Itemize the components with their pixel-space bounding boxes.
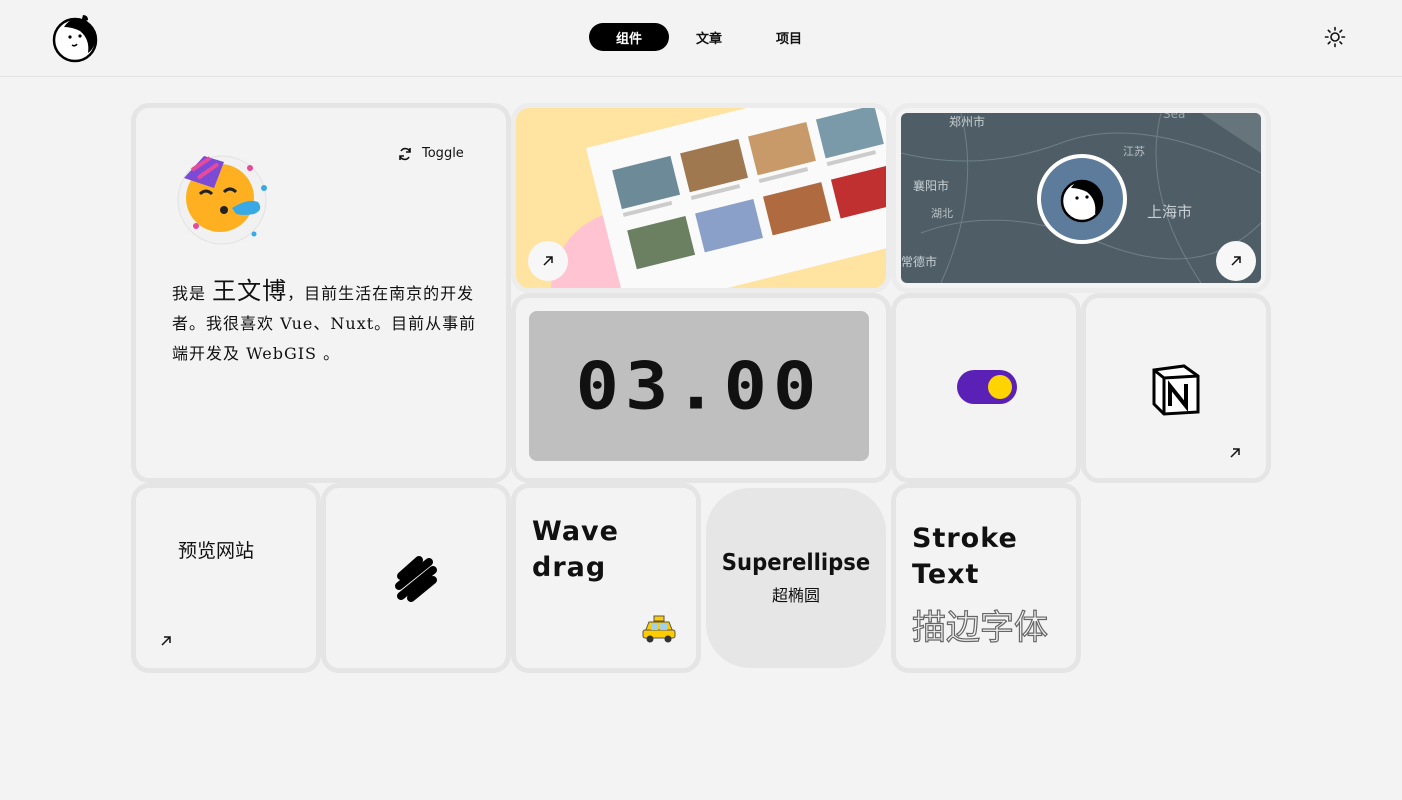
scribble-icon bbox=[395, 556, 437, 602]
stroke-text-chinese: 描边字体 bbox=[911, 607, 1048, 648]
toggle-label: Toggle bbox=[422, 146, 464, 161]
header: 组件 文章 项目 bbox=[0, 0, 1402, 77]
map-open-button[interactable] bbox=[1216, 241, 1256, 281]
refresh-icon bbox=[399, 147, 411, 160]
map-avatar-marker bbox=[1037, 154, 1127, 244]
blog-open-button[interactable] bbox=[528, 241, 568, 281]
stroke-text-card: Stroke Text 描边字体 bbox=[891, 483, 1081, 673]
stroke-title-line1: Stroke bbox=[912, 523, 1018, 554]
superellipse-card: Superellipse 超椭圆 bbox=[706, 488, 886, 668]
map-label-zhengzhou: 郑州市 bbox=[949, 115, 986, 129]
switch-card bbox=[891, 293, 1081, 483]
preview-site-card[interactable]: 预览网站 bbox=[131, 483, 321, 673]
location-map-card[interactable]: 郑州市 襄阳市 湖北 上海市 常德市 江苏 Sea bbox=[891, 103, 1271, 293]
arrow-up-right-icon[interactable] bbox=[159, 634, 173, 648]
map-image: 郑州市 襄阳市 湖北 上海市 常德市 江苏 Sea bbox=[901, 113, 1261, 283]
superellipse-subtitle: 超椭圆 bbox=[771, 586, 820, 605]
main-nav: 组件 文章 项目 bbox=[589, 23, 829, 51]
taxi-icon[interactable] bbox=[641, 614, 677, 644]
arrow-up-right-icon bbox=[543, 256, 553, 266]
toggle-switch[interactable] bbox=[957, 370, 1017, 404]
avatar-icon bbox=[1060, 179, 1104, 223]
tab-articles[interactable]: 文章 bbox=[669, 23, 749, 51]
wave-drag-card[interactable]: Wave drag bbox=[511, 483, 701, 673]
wave-title-line1: Wave bbox=[532, 516, 619, 547]
scribble-card bbox=[321, 483, 511, 673]
map-label-xiangyang: 襄阳市 bbox=[913, 179, 950, 193]
superellipse-title: Superellipse bbox=[721, 550, 871, 576]
map-label-jiangsu: 江苏 bbox=[1123, 145, 1145, 158]
logo-avatar-icon[interactable] bbox=[50, 13, 100, 63]
intro-card: Toggle 我是 王文博，目前生活在南京的开发者。我很喜欢 Vue、Nuxt。… bbox=[131, 103, 511, 483]
stroke-title-line2: Text bbox=[912, 559, 980, 590]
party-face-icon bbox=[177, 155, 267, 245]
notion-icon bbox=[1152, 364, 1200, 416]
map-label-hubei: 湖北 bbox=[931, 207, 953, 220]
map-label-changde: 常德市 bbox=[901, 255, 938, 269]
map-label-shanghai: 上海市 bbox=[1147, 203, 1193, 221]
intro-text: 我是 王文博，目前生活在南京的开发者。我很喜欢 Vue、Nuxt。目前从事前端开… bbox=[172, 276, 482, 369]
toggle-button[interactable]: Toggle bbox=[398, 146, 464, 161]
blog-screenshot-image bbox=[551, 108, 886, 288]
arrow-up-right-icon bbox=[1231, 256, 1241, 266]
wave-title-line2: drag bbox=[532, 552, 607, 583]
tab-components[interactable]: 组件 bbox=[589, 23, 669, 51]
sun-icon[interactable] bbox=[1324, 26, 1346, 48]
switch-knob bbox=[988, 375, 1012, 399]
lcd-time: 03.00 bbox=[575, 348, 823, 424]
wave-drag-title: Wave drag bbox=[532, 514, 619, 586]
lcd-display: 03.00 bbox=[529, 311, 869, 461]
intro-prefix: 我是 bbox=[172, 284, 207, 303]
stroke-text-title: Stroke Text bbox=[912, 521, 1018, 593]
lcd-clock-card: 03.00 bbox=[511, 293, 891, 483]
intro-name: 王文博 bbox=[212, 277, 288, 305]
notion-card[interactable] bbox=[1081, 293, 1271, 483]
map-label-sea: Sea bbox=[1163, 113, 1186, 121]
preview-site-label: 预览网站 bbox=[178, 540, 255, 562]
tab-projects[interactable]: 项目 bbox=[749, 23, 829, 51]
blog-preview-card[interactable] bbox=[511, 103, 891, 293]
arrow-up-right-icon[interactable] bbox=[1228, 446, 1242, 460]
